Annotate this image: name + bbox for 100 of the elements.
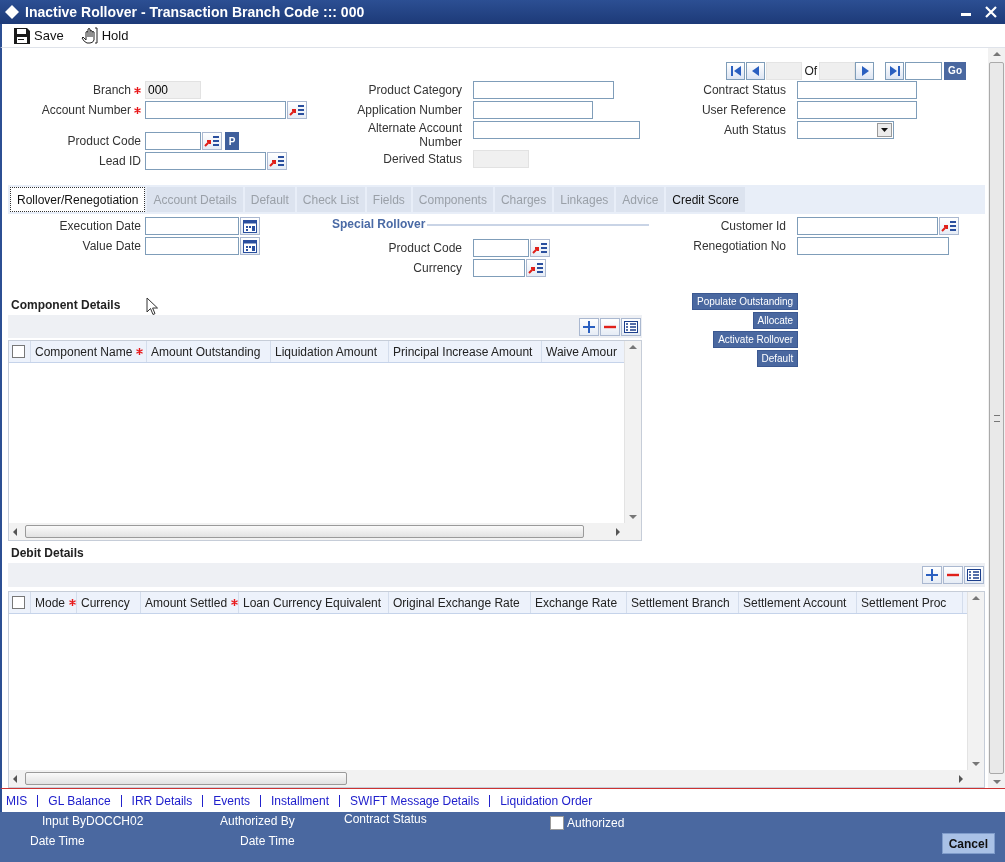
triangle-left-icon bbox=[750, 64, 761, 77]
field-label: Execution Date bbox=[59, 219, 141, 233]
text-field[interactable] bbox=[473, 121, 640, 139]
lookup-button[interactable] bbox=[939, 217, 959, 235]
lookup-button[interactable] bbox=[267, 152, 287, 170]
diamond-icon bbox=[5, 5, 19, 19]
cancel-button[interactable]: Cancel bbox=[941, 833, 995, 854]
field-label: Value Date bbox=[82, 239, 141, 253]
lookup-button[interactable] bbox=[526, 259, 546, 277]
field-label: Renegotiation No bbox=[693, 239, 786, 253]
list-icon bbox=[204, 135, 220, 147]
text-field[interactable] bbox=[797, 101, 917, 119]
link[interactable]: GL Balance bbox=[48, 793, 111, 808]
close-icon[interactable] bbox=[985, 6, 997, 18]
page-number-field[interactable] bbox=[905, 61, 943, 80]
link[interactable]: Installment bbox=[271, 793, 329, 808]
add-button[interactable] bbox=[579, 317, 599, 336]
product-button[interactable]: P bbox=[225, 132, 239, 150]
checkbox[interactable] bbox=[12, 596, 25, 609]
section-title: Debit Details bbox=[10, 545, 84, 562]
add-button[interactable] bbox=[922, 566, 942, 584]
text-field[interactable]: 000 bbox=[145, 81, 201, 99]
field-label: Alternate Account Number bbox=[366, 121, 462, 149]
lookup-button[interactable] bbox=[530, 239, 550, 257]
view-button[interactable] bbox=[964, 566, 984, 584]
remove-button[interactable] bbox=[600, 317, 620, 336]
scrollbar[interactable] bbox=[624, 341, 641, 523]
tab[interactable]: Credit Score bbox=[666, 187, 746, 212]
list-icon bbox=[289, 104, 305, 116]
field-label: Authorized By bbox=[220, 814, 295, 828]
checkbox-label: Authorized bbox=[567, 816, 625, 830]
field-label: Account Number bbox=[41, 103, 131, 117]
page-field[interactable] bbox=[766, 61, 803, 80]
save-button[interactable]: Save bbox=[10, 27, 68, 44]
link[interactable]: IRR Details bbox=[131, 793, 193, 808]
scrollbar[interactable] bbox=[967, 592, 984, 770]
text-field[interactable] bbox=[797, 237, 949, 255]
link[interactable]: Liquidation Order bbox=[500, 793, 593, 808]
text-field[interactable] bbox=[797, 217, 938, 235]
hold-button[interactable]: Hold bbox=[75, 27, 133, 44]
window-title: Inactive Rollover - Transaction Branch Code ::: 000 bbox=[25, 4, 365, 20]
date-field[interactable] bbox=[145, 237, 239, 255]
checkbox[interactable] bbox=[12, 345, 25, 358]
field-label: Currency bbox=[413, 261, 462, 275]
link[interactable]: MIS bbox=[6, 793, 28, 808]
calendar-button[interactable] bbox=[240, 217, 260, 235]
previous-button[interactable] bbox=[746, 61, 766, 80]
action-button[interactable]: Activate Rollover bbox=[713, 331, 799, 348]
text-field[interactable] bbox=[145, 152, 266, 170]
next-button[interactable] bbox=[855, 61, 875, 80]
first-button[interactable] bbox=[726, 61, 746, 80]
text-field[interactable] bbox=[473, 239, 529, 257]
list-icon bbox=[528, 262, 544, 274]
scrollbar[interactable] bbox=[9, 770, 967, 787]
text-field[interactable] bbox=[145, 132, 201, 150]
column-header: Principal Increase Amount bbox=[393, 344, 533, 359]
column-header: Exchange Rate bbox=[535, 595, 618, 610]
caret-icon bbox=[877, 123, 892, 137]
action-button[interactable]: Allocate bbox=[752, 312, 799, 329]
remove-button[interactable] bbox=[943, 566, 963, 584]
cursor-icon bbox=[146, 297, 159, 316]
list-icon bbox=[532, 242, 548, 254]
view-button[interactable] bbox=[621, 317, 641, 336]
dropdown[interactable] bbox=[797, 121, 894, 139]
go-button[interactable]: Go bbox=[944, 61, 966, 80]
triangle-right-icon bbox=[859, 64, 870, 77]
scrollbar[interactable] bbox=[9, 523, 624, 540]
action-button[interactable]: Populate Outstanding bbox=[692, 293, 799, 310]
date-field[interactable] bbox=[145, 217, 239, 235]
link[interactable]: Events bbox=[213, 793, 250, 808]
checkbox[interactable] bbox=[550, 816, 564, 830]
column-header: Mode bbox=[35, 595, 66, 610]
list-icon bbox=[967, 569, 981, 581]
field-label: Auth Status bbox=[723, 123, 786, 137]
column-header: Component Name bbox=[35, 344, 133, 359]
text-field[interactable] bbox=[473, 259, 525, 277]
field-label: Input By bbox=[42, 814, 87, 828]
field-label: Derived Status bbox=[383, 152, 462, 166]
lookup-button[interactable] bbox=[287, 101, 307, 119]
field-label: Product Code bbox=[388, 241, 462, 255]
column-header: Loan Currency Equivalent bbox=[243, 595, 382, 610]
text-field[interactable] bbox=[473, 101, 593, 119]
plus-icon bbox=[583, 320, 595, 333]
text-field[interactable] bbox=[797, 81, 917, 99]
link[interactable]: SWIFT Message Details bbox=[350, 793, 480, 808]
section-title: Component Details bbox=[10, 297, 121, 314]
calendar-button[interactable] bbox=[240, 237, 260, 255]
list-icon bbox=[941, 220, 957, 232]
action-button[interactable]: Default bbox=[756, 350, 799, 367]
tab[interactable]: Rollover/Renegotiation bbox=[10, 187, 146, 212]
calendar-icon bbox=[243, 219, 257, 233]
last-icon bbox=[888, 64, 901, 77]
field-label: Date Time bbox=[30, 834, 85, 848]
last-button[interactable] bbox=[885, 61, 905, 80]
total-field[interactable] bbox=[819, 61, 856, 80]
column-header: Liquidation Amount bbox=[275, 344, 378, 359]
text-field[interactable] bbox=[473, 81, 614, 99]
scrollbar[interactable] bbox=[988, 48, 1005, 788]
text-field[interactable] bbox=[145, 101, 286, 119]
lookup-button[interactable] bbox=[202, 132, 222, 150]
